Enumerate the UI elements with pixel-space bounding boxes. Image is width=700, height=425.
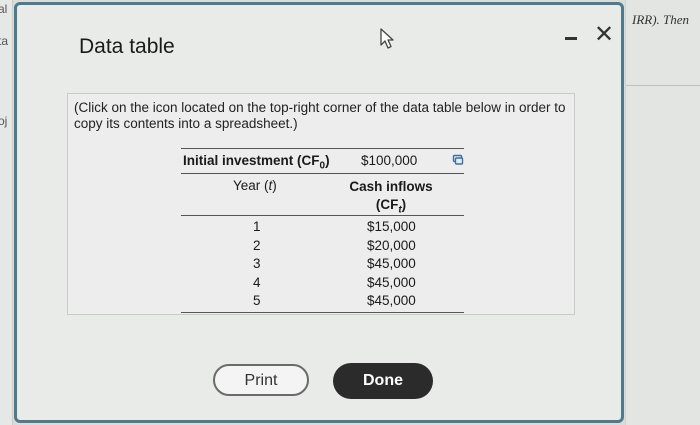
table-cell-cash: $20,000 [367, 237, 416, 253]
initial-investment-value: $100,000 [361, 153, 418, 168]
left-fragment: ta [0, 34, 9, 48]
background-left-page: al ta oj [0, 0, 13, 425]
table-cell-year: 1 [253, 219, 261, 234]
done-button[interactable]: Done [333, 363, 433, 399]
table-cell-cash: $45,000 [367, 274, 416, 290]
table-cell-cash: $45,000 [367, 293, 416, 308]
cursor-icon [380, 28, 394, 49]
background-divider [626, 85, 700, 86]
column-header-year: Year (t) [233, 178, 277, 193]
table-cell-year: 3 [253, 256, 261, 271]
close-icon[interactable]: ✕ [591, 21, 617, 49]
data-panel: (Click on the icon located on the top-ri… [67, 93, 575, 315]
background-right-page: IRR). Then [625, 0, 700, 425]
initial-investment-row: Initial investment (CF0) $100,000 [181, 148, 464, 174]
table-cell-year: 2 [253, 237, 261, 253]
table-cell-cash: $45,000 [367, 256, 416, 271]
table-cell-cash: $15,000 [367, 219, 416, 234]
left-fragment: al [0, 2, 8, 16]
left-fragment: oj [0, 114, 8, 128]
data-table-dialog: Data table ✕ (Click on the icon located … [14, 2, 624, 423]
table-rule [181, 215, 464, 216]
dialog-title: Data table [79, 35, 175, 58]
instruction-text: (Click on the icon located on the top-ri… [74, 100, 566, 131]
table-bottom-rule [181, 312, 464, 313]
column-header-cash-inflows: Cash inflows (CFt) [349, 179, 433, 216]
background-right-text: IRR). Then [632, 12, 690, 27]
minimize-button[interactable] [563, 30, 581, 46]
initial-investment-label: Initial investment (CF0) [183, 153, 330, 172]
table-cell-year: 4 [253, 274, 261, 290]
table-cell-year: 5 [253, 293, 261, 308]
copy-icon[interactable] [452, 154, 464, 166]
print-button[interactable]: Print [213, 364, 309, 396]
